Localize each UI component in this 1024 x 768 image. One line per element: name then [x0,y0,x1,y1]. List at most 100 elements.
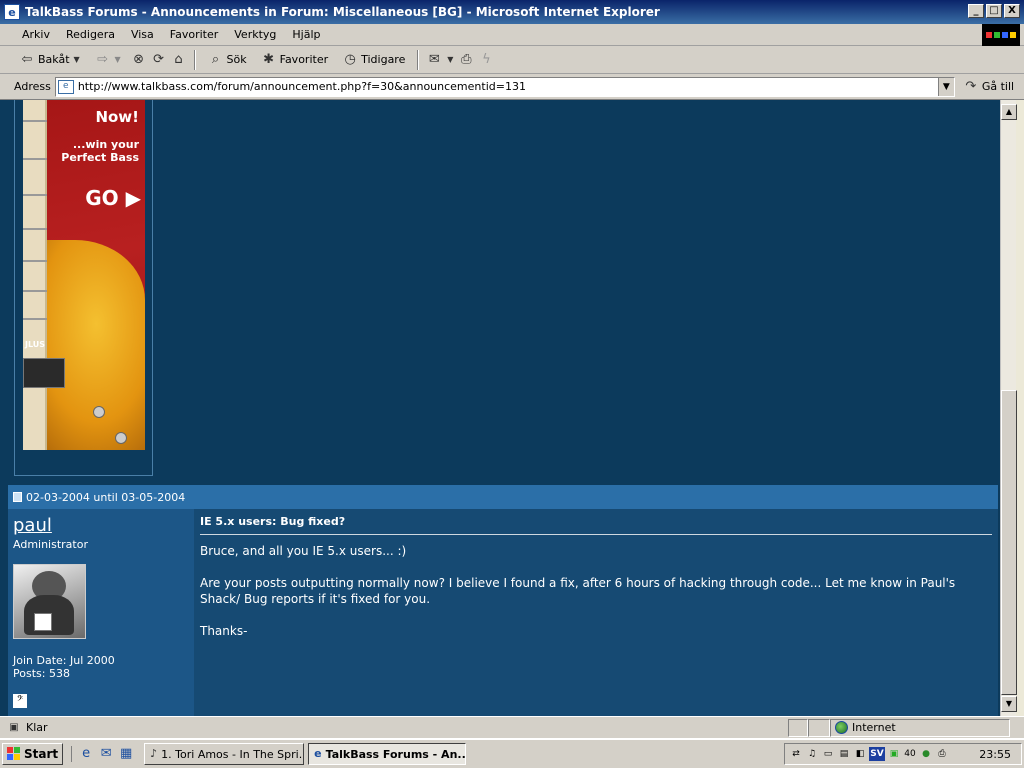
menu-arkiv[interactable]: Arkiv [14,28,58,41]
bass-pickup-image [23,358,65,388]
home-icon[interactable]: ⌂ [171,52,187,68]
favorites-button[interactable]: ✱ Favoriter [256,50,333,70]
start-button[interactable]: Start [2,743,64,765]
menu-redigera[interactable]: Redigera [58,28,123,41]
post-header: 02-03-2004 until 03-05-2004 [8,485,998,509]
windows-logo-icon [982,24,1020,46]
toolbar-separator [417,49,420,70]
lightning-icon[interactable]: ϟ [478,52,494,68]
minimize-button[interactable]: _ [968,4,984,18]
user-meta: Join Date: Jul 2000 Posts: 538 [13,654,115,680]
status-main: ▣ Klar [0,720,788,736]
bass-clef-icon[interactable]: 𝄢 [13,694,27,708]
go-label: Gå till [981,80,1015,93]
zone-label: Internet [852,721,896,734]
dropdown-arrow-icon[interactable]: ▼ [73,52,81,68]
menu-visa[interactable]: Visa [123,28,162,41]
desktop-icon[interactable]: ▦ [118,746,134,762]
taskbar: Start e ✉ ▦ ♪ 1. Tori Amos - In The Spri… [0,738,1024,768]
start-label: Start [24,747,59,761]
address-dropdown-icon[interactable]: ▼ [937,77,954,96]
ie-icon: e [314,747,322,760]
ad-headline: Now! [95,108,139,126]
mail-icon[interactable]: ✉ [426,52,442,68]
page-icon: e [57,79,74,94]
page-status-icon: ▣ [9,721,19,733]
dropdown-arrow-icon[interactable]: ▼ [114,52,122,68]
search-button[interactable]: ⌕ Sök [203,50,252,70]
address-input[interactable]: e http://www.talkbass.com/forum/announce… [54,76,955,97]
refresh-icon[interactable]: ⟳ [151,52,167,68]
post-message: IE 5.x users: Bug fixed? Bruce, and all … [194,509,998,716]
security-zone: Internet [830,718,1010,737]
scroll-down-icon[interactable]: ▼ [1001,696,1017,712]
favorites-label: Favoriter [279,53,329,66]
language-icon[interactable]: SV [869,747,885,761]
user-info: paul Administrator Join Date: Jul 2000 P… [8,509,194,716]
menu-hjalp[interactable]: Hjälp [284,28,328,41]
status-pane [788,718,808,737]
tray-number[interactable]: 40 [903,747,917,761]
app-icon[interactable]: ◧ [853,747,867,761]
music-icon: ♪ [150,747,158,760]
scroll-thumb[interactable] [1001,390,1017,695]
username-link[interactable]: paul [13,515,189,536]
ad-brand: JLUS [25,340,46,349]
ad-go-button[interactable]: GO ▶ [85,186,141,210]
print-icon[interactable]: ⎙ [458,52,474,68]
post-icon [13,492,22,502]
address-label: Adress [14,80,51,93]
window-titlebar[interactable]: e TalkBass Forums - Announcements in For… [0,0,1024,24]
monitor-icon[interactable]: ▭ [821,747,835,761]
ad-tagline: ...win your Perfect Bass [61,138,139,164]
messenger-icon[interactable]: ● [919,747,933,761]
avatar [13,564,86,639]
volume-icon[interactable]: ♫ [805,747,819,761]
bass-knob-image [93,406,105,418]
status-pane [808,718,830,737]
post-paragraph: Bruce, and all you IE 5.x users... :) [200,544,407,558]
stop-icon[interactable]: ⊗ [131,52,147,68]
search-icon: ⌕ [211,51,220,67]
vertical-scrollbar[interactable]: ▲ ▼ [1000,100,1017,716]
quick-launch: e ✉ ▦ [71,746,140,762]
flag-icon[interactable]: ▣ [887,747,901,761]
user-title: Administrator [13,538,88,551]
globe-icon [835,721,848,734]
scroll-up-icon[interactable]: ▲ [1001,104,1017,120]
menu-favoriter[interactable]: Favoriter [162,28,226,41]
taskbar-item-music[interactable]: ♪ 1. Tori Amos - In The Spri... [144,743,305,765]
bass-knob-image [115,432,127,444]
search-label: Sök [226,53,247,66]
bass-advertisement[interactable]: JLUS Now! ...win your Perfect Bass GO ▶ [23,100,145,450]
post-title: IE 5.x users: Bug fixed? [200,515,992,535]
menu-bar: Arkiv Redigera Visa Favoriter Verktyg Hj… [0,24,1024,46]
clock[interactable]: 23:55 [979,748,1021,761]
email-icon[interactable]: ✉ [98,746,114,762]
status-text: Klar [26,721,48,734]
post-paragraph: Are your posts outputting normally now? … [200,576,956,606]
history-button[interactable]: ◷ Tidigare [337,50,410,70]
ie-icon[interactable]: e [78,746,94,762]
menu-verktyg[interactable]: Verktyg [226,28,284,41]
go-button[interactable]: ↷ Gå till [963,79,1014,95]
taskbar-item-browser[interactable]: e TalkBass Forums - An... [308,743,467,765]
address-url: http://www.talkbass.com/forum/announceme… [77,80,526,93]
chart-icon[interactable]: ▤ [837,747,851,761]
system-tray: ⇄ ♫ ▭ ▤ ◧ SV ▣ 40 ● ⎙ 23:55 [784,743,1022,765]
printer-icon[interactable]: ⎙ [935,747,949,761]
network-icon[interactable]: ⇄ [789,747,803,761]
post-date-range: 02-03-2004 until 03-05-2004 [26,490,186,504]
ie-icon: e [4,4,20,20]
back-label: Bakåt [38,53,70,66]
dropdown-arrow-icon[interactable]: ▼ [446,52,454,68]
maximize-button[interactable]: □ [986,4,1002,18]
back-button[interactable]: ⇦ Bakåt ▼ [14,50,86,70]
close-button[interactable]: X [1004,4,1020,18]
history-icon: ◷ [344,51,356,67]
forward-button[interactable]: ⇨ ▼ [90,50,127,70]
windows-flag-icon [7,747,21,761]
toolbar: ⇦ Bakåt ▼ ⇨ ▼ ⊗ ⟳ ⌂ ⌕ Sök ✱ Favoriter ◷ … [0,46,1024,74]
window-title: TalkBass Forums - Announcements in Forum… [25,5,660,19]
status-bar: ▣ Klar Internet [0,716,1024,738]
